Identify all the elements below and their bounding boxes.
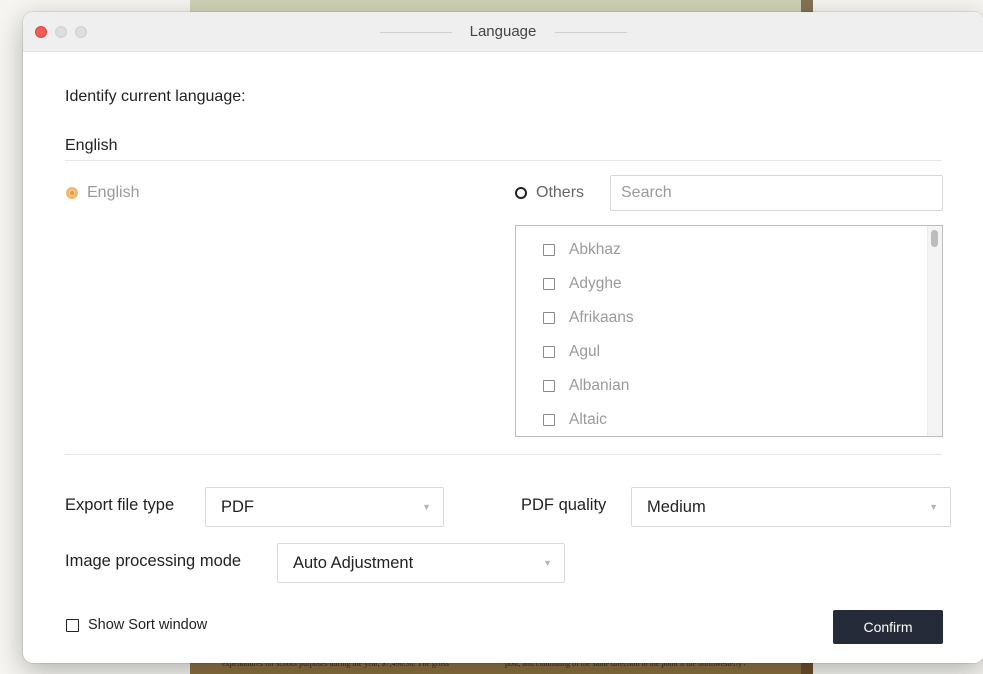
language-item[interactable]: Albanian: [543, 377, 629, 395]
confirm-button[interactable]: Confirm: [833, 610, 943, 644]
export-file-type-select[interactable]: PDF ▼: [205, 487, 444, 527]
image-processing-mode-select[interactable]: Auto Adjustment ▼: [277, 543, 565, 583]
checkbox-icon[interactable]: [543, 312, 555, 324]
language-item[interactable]: Abkhaz: [543, 241, 621, 259]
window-title: Language: [469, 23, 537, 40]
language-item-label: Abkhaz: [569, 241, 621, 258]
language-item[interactable]: Agul: [543, 343, 600, 361]
language-item-label: Albanian: [569, 377, 630, 394]
checkbox-icon[interactable]: [543, 346, 555, 358]
close-window-button[interactable]: [35, 26, 47, 38]
title-decoration-right: [555, 32, 627, 33]
pdf-quality-select[interactable]: Medium ▼: [631, 487, 951, 527]
chevron-down-icon: ▼: [929, 502, 938, 512]
language-search-input[interactable]: [610, 175, 943, 211]
language-item-label: Altaic: [569, 411, 607, 428]
maximize-window-button[interactable]: [75, 26, 87, 38]
checkbox-icon[interactable]: [543, 244, 555, 256]
title-decoration-left: [380, 32, 452, 33]
show-sort-window-label: Show Sort window: [88, 617, 208, 633]
radio-english[interactable]: English: [66, 184, 139, 202]
title-bar: Language: [23, 12, 983, 52]
chevron-down-icon: ▼: [422, 502, 431, 512]
minimize-window-button[interactable]: [55, 26, 67, 38]
checkbox-icon[interactable]: [543, 278, 555, 290]
radio-others[interactable]: Others: [515, 184, 584, 202]
language-dialog: Language Identify current language: Engl…: [23, 12, 983, 663]
language-item[interactable]: Afrikaans: [543, 309, 634, 327]
radio-selected-icon: [66, 187, 78, 199]
language-item[interactable]: Adyghe: [543, 275, 622, 293]
language-item-label: Adyghe: [569, 275, 622, 292]
radio-english-label: English: [87, 184, 140, 201]
language-item-label: Afrikaans: [569, 309, 634, 326]
language-list[interactable]: Abkhaz Adyghe Afrikaans Agul Albanian Al…: [515, 225, 943, 437]
radio-unselected-icon: [515, 187, 527, 199]
chevron-down-icon: ▼: [543, 558, 552, 568]
identify-language-heading: Identify current language:: [65, 88, 246, 105]
image-processing-mode-label: Image processing mode: [65, 552, 242, 570]
checkbox-icon[interactable]: [543, 380, 555, 392]
language-item[interactable]: Altaic: [543, 411, 607, 429]
pdf-quality-value: Medium: [647, 497, 706, 516]
pdf-quality-label: PDF quality: [521, 496, 607, 514]
show-sort-window-checkbox[interactable]: Show Sort window: [66, 617, 207, 633]
language-item-label: Agul: [569, 343, 601, 360]
checkbox-icon[interactable]: [66, 618, 79, 632]
export-file-type-label: Export file type: [65, 496, 175, 514]
section-divider: [65, 454, 942, 455]
checkbox-icon[interactable]: [543, 414, 555, 426]
list-scrollbar-thumb[interactable]: [931, 230, 938, 247]
list-scrollbar[interactable]: [927, 226, 942, 436]
radio-others-label: Others: [536, 184, 585, 201]
image-processing-mode-value: Auto Adjustment: [293, 553, 414, 572]
section-divider: [65, 160, 942, 161]
export-file-type-value: PDF: [221, 497, 254, 516]
current-language-value: English: [65, 137, 118, 154]
